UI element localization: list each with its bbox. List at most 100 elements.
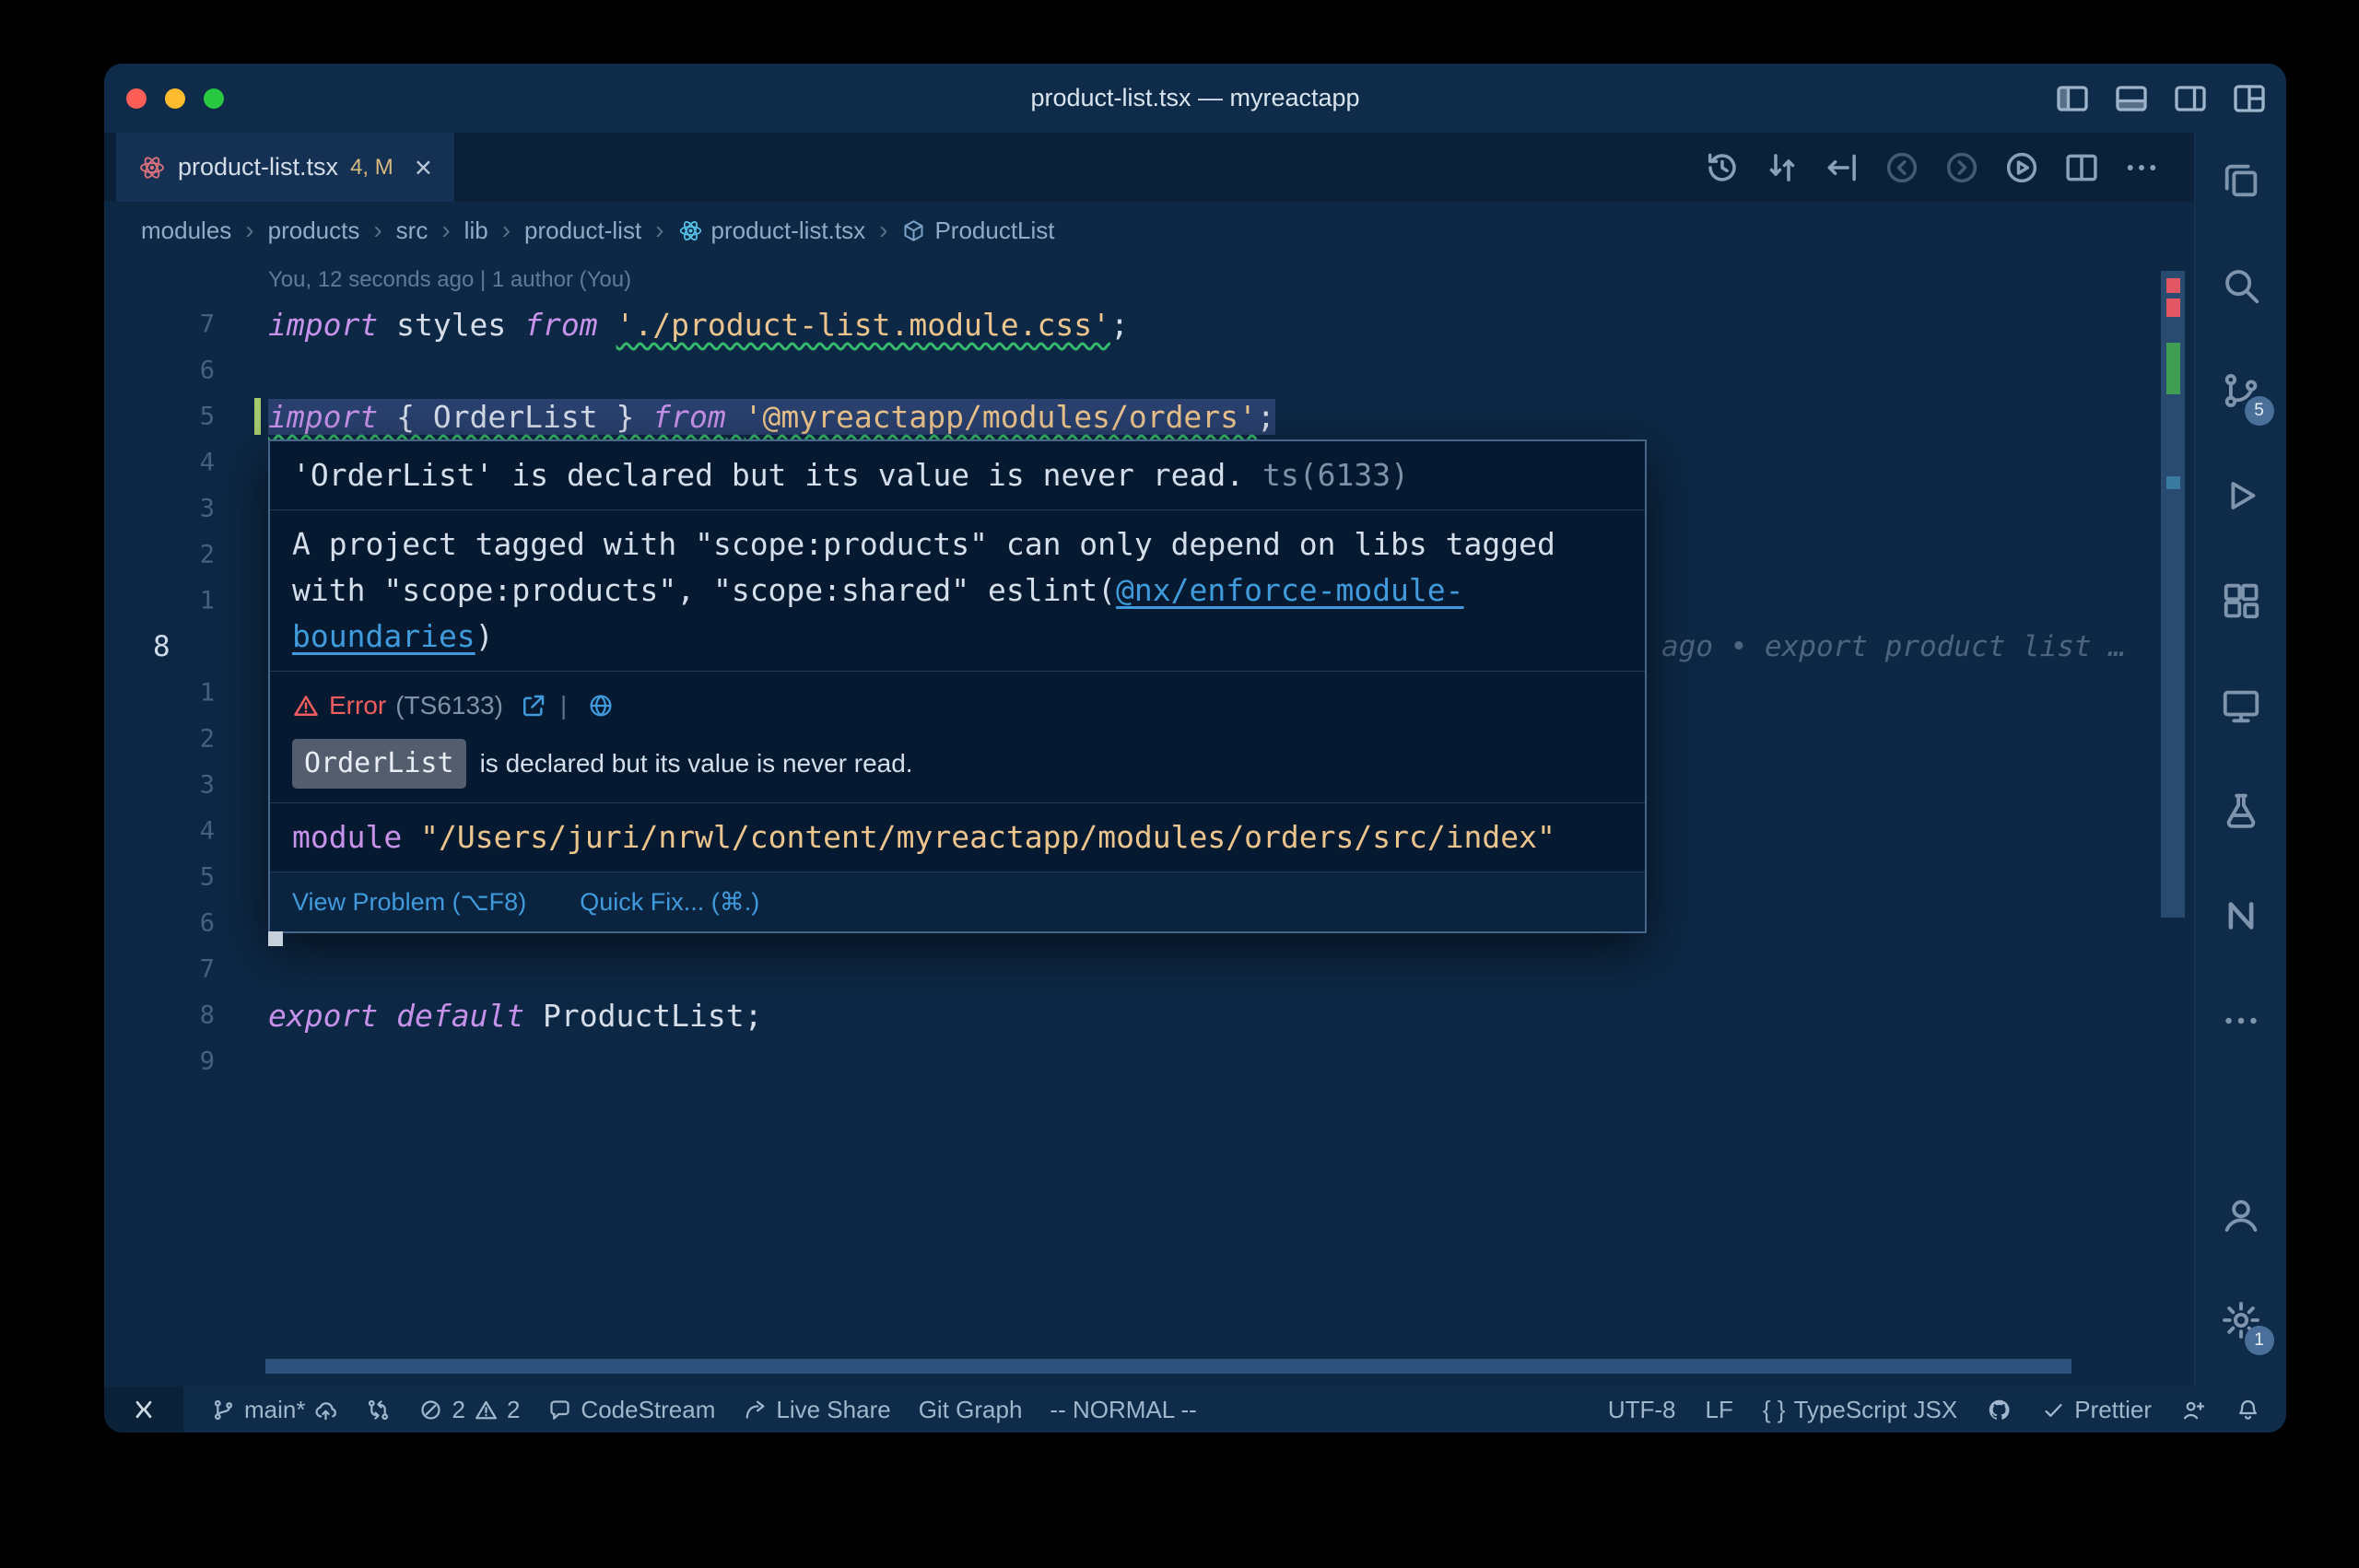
branch-icon [211, 1398, 236, 1422]
line-gutter: 6 [104, 900, 268, 946]
breadcrumb-separator: › [879, 216, 887, 245]
activity-item-search[interactable] [2212, 256, 2271, 315]
eol-item[interactable]: LF [1706, 1396, 1733, 1424]
react-icon [138, 154, 166, 181]
line-number[interactable]: 3 [200, 771, 215, 800]
activity-item-files[interactable] [2212, 151, 2271, 210]
line-number[interactable]: 6 [200, 357, 215, 385]
line-gutter: 8 [104, 624, 268, 670]
line-number[interactable]: 9 [200, 1047, 215, 1076]
activity-item-nx-console[interactable] [2212, 886, 2271, 945]
view-problem-button[interactable]: View Problem (⌥F8) [292, 883, 526, 920]
tab-product-list[interactable]: product-list.tsx 4, M × [116, 133, 455, 202]
activity-item-source-control[interactable]: 5 [2212, 361, 2271, 420]
line-number[interactable]: 4 [200, 449, 215, 477]
activity-bar: 5 1 [2194, 133, 2286, 1387]
line-number[interactable]: 4 [200, 817, 215, 846]
vim-mode-item[interactable]: -- NORMAL -- [1050, 1396, 1196, 1424]
toggle-secondary-sidebar-icon[interactable] [2172, 80, 2209, 117]
encoding-item[interactable]: UTF-8 [1608, 1396, 1676, 1424]
breadcrumb-item[interactable]: ProductList [901, 216, 1054, 245]
codestream-item[interactable]: CodeStream [547, 1396, 715, 1424]
line-number[interactable]: 1 [200, 587, 215, 615]
activity-item-remote-explorer[interactable] [2212, 676, 2271, 735]
prettier-item[interactable]: Prettier [2041, 1396, 2152, 1424]
github-item[interactable] [1987, 1398, 2012, 1422]
more-actions-icon[interactable] [2122, 148, 2161, 187]
breadcrumb-item[interactable]: lib [464, 216, 488, 245]
previous-change-icon[interactable] [1883, 148, 1921, 187]
minimize-button[interactable] [165, 88, 185, 109]
horizontal-scrollbar[interactable] [265, 1359, 2071, 1374]
activity-item-extensions[interactable] [2212, 571, 2271, 630]
compare-item[interactable] [366, 1398, 391, 1422]
breadcrumb-item[interactable]: product-list [524, 216, 641, 245]
timeline-history-icon[interactable] [1703, 148, 1742, 187]
remote-indicator[interactable] [104, 1387, 183, 1433]
toggle-sidebar-icon[interactable] [2054, 80, 2091, 117]
code-line[interactable]: 7 [104, 946, 2194, 992]
line-number[interactable]: 2 [200, 541, 215, 569]
account-icon [2220, 1194, 2262, 1236]
quick-fix-button[interactable]: Quick Fix... (⌘.) [580, 883, 759, 920]
line-number[interactable]: 5 [200, 403, 215, 431]
line-number[interactable]: 7 [200, 955, 215, 984]
open-external-icon[interactable] [520, 692, 547, 720]
line-number[interactable]: 5 [200, 863, 215, 892]
line-number[interactable]: 2 [200, 725, 215, 754]
code-line[interactable]: 9 [104, 1038, 2194, 1084]
feedback-item[interactable] [2181, 1398, 2206, 1422]
activity-item-test-beaker[interactable] [2212, 781, 2271, 840]
editor-actions [1703, 133, 2161, 202]
tab-bar: product-list.tsx 4, M × [104, 133, 2194, 203]
breadcrumb-item[interactable]: products [268, 216, 360, 245]
globe-icon[interactable] [587, 692, 615, 720]
customize-layout-icon[interactable] [2231, 80, 2268, 117]
activity-item-settings-gear[interactable]: 1 [2212, 1291, 2271, 1350]
line-number[interactable]: 8 [153, 630, 170, 663]
line-gutter: 4 [104, 439, 268, 486]
code-line[interactable]: 6 [104, 347, 2194, 393]
line-number[interactable]: 3 [200, 495, 215, 523]
notifications-item[interactable] [2236, 1398, 2260, 1422]
close-button[interactable] [126, 88, 147, 109]
close-tab-icon[interactable]: × [415, 152, 432, 182]
compare-changes-icon[interactable] [1763, 148, 1802, 187]
toggle-panel-icon[interactable] [2113, 80, 2150, 117]
git-compare-icon [366, 1398, 391, 1422]
zoom-button[interactable] [204, 88, 224, 109]
split-editor-icon[interactable] [2062, 148, 2101, 187]
live-share-item[interactable]: Live Share [743, 1396, 890, 1424]
breadcrumb-item[interactable]: modules [141, 216, 231, 245]
code-line[interactable]: 8export default ProductList; [104, 992, 2194, 1038]
line-number[interactable]: 6 [200, 909, 215, 938]
breadcrumb: modules›products›src›lib›product-list›pr… [104, 202, 2194, 259]
breadcrumb-label: products [268, 216, 360, 245]
activity-item-account[interactable] [2212, 1186, 2271, 1245]
run-file-icon[interactable] [2002, 148, 2041, 187]
activity-item-more[interactable] [2212, 991, 2271, 1050]
line-gutter: 7 [104, 946, 268, 992]
problems-item[interactable]: 2 2 [418, 1396, 520, 1424]
popup-resize-handle[interactable] [268, 931, 283, 946]
branch-item[interactable]: main* [211, 1396, 338, 1424]
window-controls [126, 64, 224, 133]
overview-info-mark [2166, 476, 2180, 489]
breadcrumb-item[interactable]: src [396, 216, 428, 245]
symbol-line: OrderList is declared but its value is n… [292, 742, 1623, 786]
overview-error-mark [2166, 278, 2180, 293]
activity-item-run-debug[interactable] [2212, 466, 2271, 525]
breadcrumb-item[interactable]: product-list.tsx [678, 216, 866, 245]
warning-count-icon [474, 1398, 499, 1422]
line-number[interactable]: 7 [200, 310, 215, 339]
line-number[interactable]: 1 [200, 679, 215, 708]
code-line[interactable]: 5import { OrderList } from '@myreactapp/… [104, 393, 2194, 439]
next-change-icon[interactable] [1942, 148, 1981, 187]
code-line[interactable]: 7import styles from './product-list.modu… [104, 301, 2194, 347]
language-item[interactable]: { } TypeScript JSX [1763, 1396, 1957, 1424]
git-graph-item[interactable]: Git Graph [919, 1396, 1023, 1424]
diagnostic-text: 'OrderList' is declared but its value is… [292, 457, 1244, 493]
line-number[interactable]: 8 [200, 1001, 215, 1030]
module-path: "/Users/juri/nrwl/content/myreactapp/mod… [420, 819, 1555, 855]
open-changes-icon[interactable] [1823, 148, 1861, 187]
